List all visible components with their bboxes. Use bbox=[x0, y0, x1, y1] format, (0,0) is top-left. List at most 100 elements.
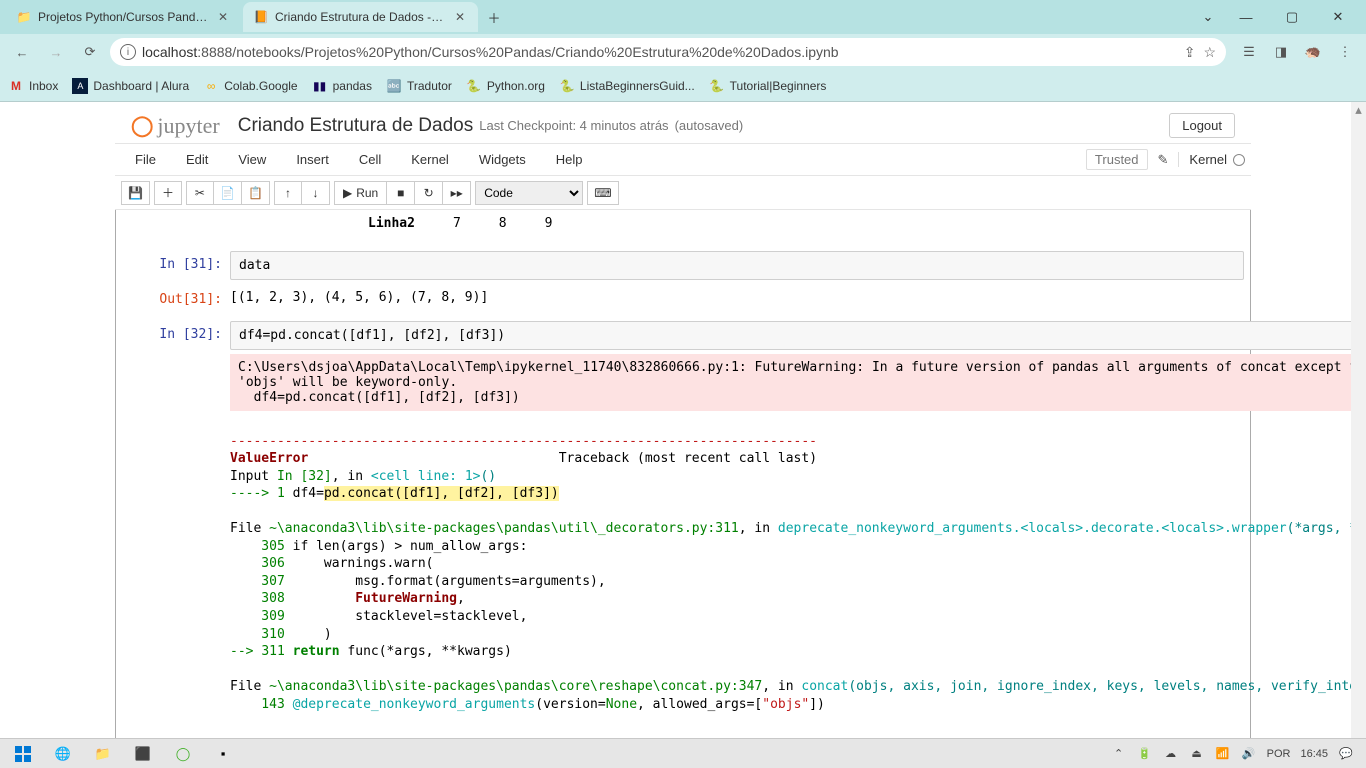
move-down-button[interactable]: ↓ bbox=[302, 181, 330, 205]
code-input[interactable]: data bbox=[230, 251, 1244, 280]
scrollbar[interactable]: ▴ bbox=[1351, 102, 1366, 738]
pandas-icon: ▮▮ bbox=[312, 78, 328, 94]
onedrive-icon[interactable]: ☁ bbox=[1163, 746, 1179, 762]
tab-strip: 📁 Projetos Python/Cursos Pandas/ ✕ 📙 Cri… bbox=[0, 0, 1366, 34]
scroll-up-icon[interactable]: ▴ bbox=[1351, 102, 1366, 117]
forward-button[interactable]: → bbox=[42, 38, 70, 66]
trusted-badge[interactable]: Trusted bbox=[1086, 149, 1148, 170]
pencil-icon[interactable]: ✎ bbox=[1158, 152, 1169, 168]
notebook-name[interactable]: Criando Estrutura de Dados bbox=[238, 115, 474, 137]
close-icon[interactable]: ✕ bbox=[452, 9, 468, 25]
url-path: :8888/notebooks/Projetos%20Python/Cursos… bbox=[197, 44, 838, 60]
camera-icon[interactable]: ⏏ bbox=[1189, 746, 1205, 762]
tab-title: Criando Estrutura de Dados - Jup bbox=[275, 10, 446, 24]
jupyter-logo[interactable]: ◯jupyter bbox=[131, 113, 220, 139]
stop-button[interactable]: ■ bbox=[387, 181, 415, 205]
cell-32[interactable]: In [32]: df4=pd.concat([df1], [df2], [df… bbox=[122, 321, 1244, 717]
traceback-output: ----------------------------------------… bbox=[230, 411, 1366, 717]
cut-button[interactable]: ✂ bbox=[186, 181, 214, 205]
menu-insert[interactable]: Insert bbox=[282, 148, 343, 171]
logout-button[interactable]: Logout bbox=[1169, 113, 1235, 138]
tabs-chevron-icon[interactable]: ⌄ bbox=[1194, 2, 1222, 32]
close-icon[interactable]: ✕ bbox=[215, 9, 231, 25]
back-button[interactable]: ← bbox=[8, 38, 36, 66]
volume-icon[interactable]: 🔊 bbox=[1241, 746, 1257, 762]
tab-active[interactable]: 📙 Criando Estrutura de Dados - Jup ✕ bbox=[243, 2, 478, 32]
tray-chevron-icon[interactable]: ⌃ bbox=[1111, 746, 1127, 762]
folder-icon: 📁 bbox=[16, 9, 32, 25]
paste-button[interactable]: 📋 bbox=[242, 181, 270, 205]
bookmark-pandas[interactable]: ▮▮pandas bbox=[312, 78, 372, 94]
translate-icon: 🔤 bbox=[386, 78, 402, 94]
clock[interactable]: 16:45 bbox=[1300, 748, 1328, 760]
jupyter-header: ◯jupyter Criando Estrutura de Dados Last… bbox=[115, 102, 1251, 144]
share-icon[interactable]: ⇪ bbox=[1184, 44, 1196, 61]
restart-button[interactable]: ↻ bbox=[415, 181, 443, 205]
checkpoint-text: Last Checkpoint: 4 minutos atrás bbox=[479, 118, 668, 133]
menu-widgets[interactable]: Widgets bbox=[465, 148, 540, 171]
star-icon[interactable]: ☆ bbox=[1203, 44, 1216, 61]
language-indicator[interactable]: POR bbox=[1267, 748, 1291, 760]
bookmark-alura[interactable]: ADashboard | Alura bbox=[72, 78, 189, 94]
cell-31[interactable]: In [31]: data bbox=[122, 251, 1244, 280]
taskbar-vscode[interactable]: ⬛ bbox=[124, 740, 162, 768]
menu-help[interactable]: Help bbox=[542, 148, 597, 171]
menubar: File Edit View Insert Cell Kernel Widget… bbox=[115, 144, 1251, 176]
bookmark-tradutor[interactable]: 🔤Tradutor bbox=[386, 78, 452, 94]
notifications-icon[interactable]: 💬 bbox=[1338, 746, 1354, 762]
menu-view[interactable]: View bbox=[224, 148, 280, 171]
reading-list-icon[interactable]: ☰ bbox=[1236, 39, 1262, 65]
kernel-indicator[interactable]: Kernel bbox=[1178, 152, 1245, 167]
tab-inactive[interactable]: 📁 Projetos Python/Cursos Pandas/ ✕ bbox=[6, 2, 241, 32]
bookmark-tutorial[interactable]: 🐍Tutorial|Beginners bbox=[709, 78, 827, 94]
battery-icon[interactable]: 🔋 bbox=[1137, 746, 1153, 762]
url-host: localhost bbox=[142, 44, 197, 60]
site-info-icon[interactable]: i bbox=[120, 44, 136, 60]
notebook-icon: 📙 bbox=[253, 9, 269, 25]
warning-output: C:\Users\dsjoa\AppData\Local\Temp\ipyker… bbox=[230, 354, 1366, 411]
wifi-icon[interactable]: 📶 bbox=[1215, 746, 1231, 762]
restart-run-button[interactable]: ▸▸ bbox=[443, 181, 471, 205]
taskbar-explorer[interactable]: 📁 bbox=[84, 740, 122, 768]
dataframe-output-row: Linha2789 bbox=[116, 210, 1250, 235]
menu-edit[interactable]: Edit bbox=[172, 148, 222, 171]
alura-icon: A bbox=[72, 78, 88, 94]
taskbar-chrome[interactable]: 🌐 bbox=[44, 740, 82, 768]
command-palette-button[interactable]: ⌨ bbox=[587, 181, 618, 205]
python-icon: 🐍 bbox=[709, 78, 725, 94]
menu-cell[interactable]: Cell bbox=[345, 148, 395, 171]
bookmark-inbox[interactable]: MInbox bbox=[8, 78, 58, 94]
add-cell-button[interactable]: ＋ bbox=[154, 181, 182, 205]
menu-file[interactable]: File bbox=[121, 148, 170, 171]
address-bar[interactable]: i localhost:8888/notebooks/Projetos%20Py… bbox=[110, 38, 1226, 66]
gmail-icon: M bbox=[8, 78, 24, 94]
start-button[interactable] bbox=[4, 740, 42, 768]
copy-button[interactable]: 📄 bbox=[214, 181, 242, 205]
taskbar-anaconda[interactable]: ◯ bbox=[164, 740, 202, 768]
python-icon: 🐍 bbox=[559, 78, 575, 94]
close-window-button[interactable]: ✕ bbox=[1316, 2, 1360, 32]
save-button[interactable]: 💾 bbox=[121, 181, 150, 205]
tab-title: Projetos Python/Cursos Pandas/ bbox=[38, 10, 209, 24]
kebab-menu-icon[interactable]: ⋮ bbox=[1332, 39, 1358, 65]
taskbar-terminal[interactable]: ▪ bbox=[204, 740, 242, 768]
jupyter-logo-icon: ◯ bbox=[131, 113, 153, 138]
menu-kernel[interactable]: Kernel bbox=[397, 148, 463, 171]
cell-type-select[interactable]: Code bbox=[475, 181, 583, 205]
bookmark-colab[interactable]: ∞Colab.Google bbox=[203, 78, 297, 94]
taskbar: 🌐 📁 ⬛ ◯ ▪ ⌃ 🔋 ☁ ⏏ 📶 🔊 POR 16:45 💬 bbox=[0, 738, 1366, 768]
side-panel-icon[interactable]: ◨ bbox=[1268, 39, 1294, 65]
maximize-button[interactable]: ▢ bbox=[1270, 2, 1314, 32]
run-button[interactable]: ▶ Run bbox=[334, 181, 387, 205]
reload-button[interactable]: ⟳ bbox=[76, 38, 104, 66]
new-tab-button[interactable]: ＋ bbox=[480, 3, 508, 31]
move-up-button[interactable]: ↑ bbox=[274, 181, 302, 205]
minimize-button[interactable]: — bbox=[1224, 2, 1268, 32]
toolbar: 💾 ＋ ✂ 📄 📋 ↑ ↓ ▶ Run ■ ↻ ▸▸ Code ⌨ bbox=[115, 176, 1251, 210]
profile-icon[interactable]: 🦔 bbox=[1300, 39, 1326, 65]
bookmark-python-org[interactable]: 🐍Python.org bbox=[466, 78, 545, 94]
code-input[interactable]: df4=pd.concat([df1], [df2], [df3]) bbox=[230, 321, 1366, 350]
bookmark-beginners-guide[interactable]: 🐍ListaBeginnersGuid... bbox=[559, 78, 695, 94]
python-icon: 🐍 bbox=[466, 78, 482, 94]
colab-icon: ∞ bbox=[203, 78, 219, 94]
